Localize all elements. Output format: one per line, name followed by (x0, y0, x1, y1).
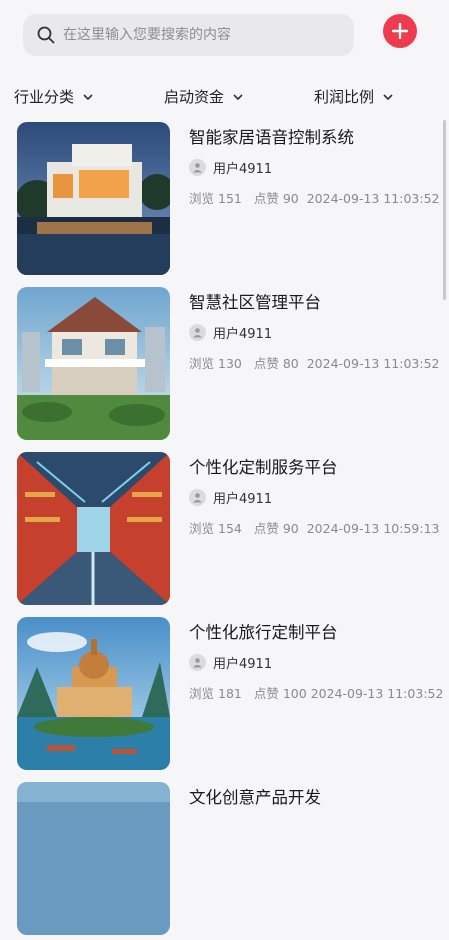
author: 用户4911 (189, 653, 272, 672)
likes-label: 点赞 (253, 191, 279, 206)
chevron-down-icon (233, 93, 243, 100)
list-item[interactable]: 智能家居语音控制系统 用户4911 浏览 151 点赞 90 2024-09-1… (0, 120, 449, 280)
likes-label: 点赞 (253, 521, 279, 536)
filter-label: 启动资金 (164, 88, 225, 106)
filter-industry[interactable]: 行业分类 (14, 86, 94, 107)
chevron-down-icon (383, 93, 393, 100)
author: 用户4911 (189, 488, 272, 507)
search-input[interactable] (63, 27, 333, 43)
project-title: 个性化旅行定制平台 (189, 623, 338, 642)
likes-count: 100 (282, 686, 307, 701)
views-count: 130 (218, 356, 242, 371)
timestamp: 2024-09-13 11:03:52 (306, 191, 440, 206)
project-thumbnail (17, 122, 170, 275)
scrollbar[interactable] (443, 120, 446, 300)
likes-count: 90 (282, 521, 299, 536)
views-count: 154 (218, 521, 242, 536)
project-thumbnail (17, 287, 170, 440)
item-meta: 浏览 130 点赞 80 2024-09-13 11:03:52 (189, 353, 440, 372)
item-meta: 浏览 154 点赞 90 2024-09-13 10:59:13 (189, 518, 440, 537)
user-icon (193, 493, 202, 503)
plus-icon (392, 23, 408, 39)
timestamp: 2024-09-13 11:03:52 (306, 356, 440, 371)
search-icon (37, 26, 55, 44)
list-item[interactable]: 个性化旅行定制平台 用户4911 浏览 181 点赞 100 2024-09-1… (0, 615, 449, 775)
avatar (189, 324, 206, 341)
likes-count: 80 (282, 356, 299, 371)
likes-count: 90 (282, 191, 299, 206)
top-bar (0, 0, 449, 70)
item-meta: 浏览 181 点赞 100 2024-09-13 11:03:52 (189, 683, 443, 702)
author-name: 用户4911 (213, 162, 273, 177)
filter-startup-capital[interactable]: 启动资金 (164, 86, 244, 107)
filter-label: 行业分类 (14, 88, 75, 106)
views-label: 浏览 (189, 686, 215, 701)
views-count: 181 (218, 686, 242, 701)
views-label: 浏览 (189, 356, 215, 371)
user-icon (193, 163, 202, 173)
author-name: 用户4911 (213, 492, 273, 507)
views-count: 151 (218, 191, 242, 206)
project-thumbnail (17, 782, 170, 935)
filter-bar: 行业分类 启动资金 利润比例 (0, 80, 449, 112)
project-title: 智能家居语音控制系统 (189, 128, 354, 147)
project-title: 文化创意产品开发 (189, 788, 321, 807)
list-item[interactable]: 文化创意产品开发 (0, 780, 449, 940)
chevron-down-icon (83, 93, 93, 100)
add-button[interactable] (383, 14, 417, 48)
user-icon (193, 658, 202, 668)
likes-label: 点赞 (253, 356, 279, 371)
views-label: 浏览 (189, 521, 215, 536)
timestamp: 2024-09-13 10:59:13 (306, 521, 440, 536)
list-item[interactable]: 智慧社区管理平台 用户4911 浏览 130 点赞 80 2024-09-13 … (0, 285, 449, 445)
likes-label: 点赞 (253, 686, 279, 701)
author: 用户4911 (189, 323, 272, 342)
author-name: 用户4911 (213, 327, 273, 342)
filter-label: 利润比例 (314, 88, 375, 106)
avatar (189, 654, 206, 671)
project-title: 个性化定制服务平台 (189, 458, 338, 477)
project-title: 智慧社区管理平台 (189, 293, 321, 312)
list-item[interactable]: 个性化定制服务平台 用户4911 浏览 154 点赞 90 2024-09-13… (0, 450, 449, 610)
avatar (189, 489, 206, 506)
search-bar[interactable] (23, 14, 354, 56)
author: 用户4911 (189, 158, 272, 177)
views-label: 浏览 (189, 191, 215, 206)
item-meta: 浏览 151 点赞 90 2024-09-13 11:03:52 (189, 188, 440, 207)
timestamp: 2024-09-13 11:03:52 (310, 686, 444, 701)
project-thumbnail (17, 452, 170, 605)
avatar (189, 159, 206, 176)
filter-profit-ratio[interactable]: 利润比例 (314, 86, 394, 107)
project-thumbnail (17, 617, 170, 770)
user-icon (193, 328, 202, 338)
author-name: 用户4911 (213, 657, 273, 672)
